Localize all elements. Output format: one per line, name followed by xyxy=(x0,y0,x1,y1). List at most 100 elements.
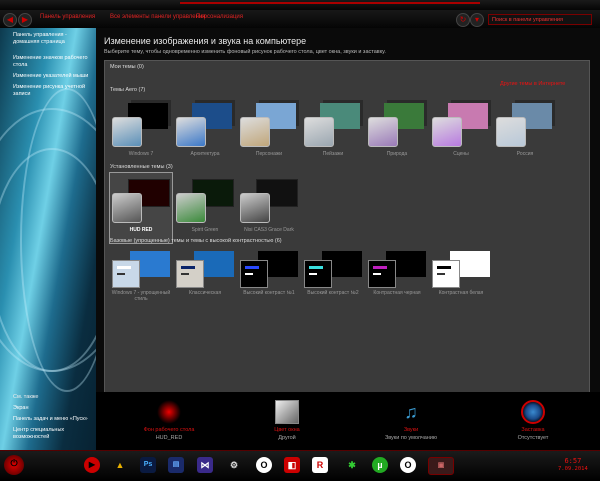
theme-label: Windows 7 - упрощенный стиль xyxy=(111,290,171,302)
back-arrow-icon[interactable]: ◀ xyxy=(3,13,17,27)
sidebar-link-accessibility[interactable]: Центр специальных возможностей xyxy=(13,427,93,441)
screensaver-label: Заставка xyxy=(521,427,545,433)
theme-label: Россия xyxy=(516,151,534,157)
taskbar: ⏻ ▶ ▲ Ps ▤ ⋈ ⚙ O ◧ R ✱ µ O ▣ 6:57 7.09.2… xyxy=(0,450,600,481)
sidebar-link-home[interactable]: Панель управления - домашняя страница xyxy=(13,32,93,46)
theme-window-color-swatch xyxy=(176,117,206,147)
sounds-button[interactable]: ♫ Звуки Звуки по умолчанию xyxy=(368,392,454,450)
theme-label: Spirit Green xyxy=(191,227,219,233)
triangle-app-icon[interactable]: ▲ xyxy=(112,457,128,473)
theme-tile[interactable]: Архитектура xyxy=(174,97,236,167)
preview-titlebar xyxy=(309,266,323,269)
window-frame-top xyxy=(0,0,600,10)
preview-titlebar xyxy=(373,266,387,269)
basic-theme-tile[interactable]: Высокий контраст №2 xyxy=(302,246,364,306)
theme-window-color-swatch xyxy=(304,117,334,147)
opera-2-icon[interactable]: O xyxy=(400,457,416,473)
theme-label: Пейзажи xyxy=(322,151,344,157)
taskbar-clock[interactable]: 6:57 7.09.2014 xyxy=(558,457,588,473)
theme-tile[interactable]: Пейзажи xyxy=(302,97,364,167)
theme-label: Сцены xyxy=(453,151,469,157)
monitor-icon[interactable]: ▤ xyxy=(168,457,184,473)
basic-theme-tile[interactable]: Windows 7 - упрощенный стиль xyxy=(110,246,172,306)
theme-tile[interactable]: Россия xyxy=(494,97,556,167)
theme-window-preview xyxy=(304,260,332,288)
theme-label: Контрастная белая xyxy=(438,290,484,296)
theme-window-preview xyxy=(368,260,396,288)
theme-window-color-swatch xyxy=(112,193,142,223)
theme-window-preview xyxy=(432,260,460,288)
sidebar-link-account-picture[interactable]: Изменение рисунка учетной записи xyxy=(13,84,93,98)
clock-time: 6:57 xyxy=(564,457,582,465)
basic-theme-tile[interactable]: Высокий контраст №1 xyxy=(238,246,300,306)
theme-window-color-swatch xyxy=(176,193,206,223)
sidebar-link-display[interactable]: Экран xyxy=(13,405,93,412)
theme-window-color-swatch xyxy=(496,117,526,147)
search-input[interactable]: Поиск в панели управления xyxy=(488,14,592,25)
window-color-value: Другой xyxy=(278,435,296,441)
media-player-icon[interactable]: ▶ xyxy=(84,457,100,473)
sounds-label: Звуки xyxy=(403,427,419,433)
opera-icon[interactable]: O xyxy=(256,457,272,473)
dropdown-arrow-icon[interactable]: ▾ xyxy=(470,13,484,27)
sidebar-link-desktop-icons[interactable]: Изменение значков рабочего стола xyxy=(13,55,93,69)
settings-gear-icon[interactable]: ⚙ xyxy=(226,457,242,473)
window-color-label: Цвет окна xyxy=(274,427,300,433)
start-button-icon[interactable]: ⏻ xyxy=(4,455,24,475)
breadcrumb-1[interactable]: Все элементы панели управления xyxy=(110,14,206,20)
theme-window-preview xyxy=(240,260,268,288)
installed-theme-tile[interactable]: HUD RED xyxy=(109,172,173,244)
sounds-icon: ♫ xyxy=(404,402,418,422)
sidebar-link-mouse-pointers[interactable]: Изменение указателей мыши xyxy=(13,73,93,80)
preview-titlebar xyxy=(437,266,451,269)
red-app-icon[interactable]: ◧ xyxy=(284,457,300,473)
theme-tile[interactable]: Персонажи xyxy=(238,97,300,167)
r-app-icon[interactable]: R xyxy=(312,457,328,473)
basic-theme-tile[interactable]: Контрастная белая xyxy=(430,246,492,306)
theme-tile[interactable]: Природа xyxy=(366,97,428,167)
preview-text-line xyxy=(117,273,125,275)
theme-tile[interactable]: Windows 7 xyxy=(110,97,172,167)
forward-arrow-icon[interactable]: ▶ xyxy=(18,13,32,27)
screensaver-value: Отсутствует xyxy=(517,435,549,441)
address-bar: ◀ ▶ Панель управления Все элементы панел… xyxy=(0,10,600,29)
theme-label: Высокий контраст №2 xyxy=(307,290,359,296)
screensaver-button[interactable]: Заставка Отсутствует xyxy=(490,392,576,450)
theme-window-color-swatch xyxy=(240,117,270,147)
sidebar-link-taskbar[interactable]: Панель задач и меню «Пуск» xyxy=(13,416,93,423)
basic-theme-tile[interactable]: Классическая xyxy=(174,246,236,306)
theme-label: Природа xyxy=(386,151,408,157)
preview-text-line xyxy=(309,273,317,275)
theme-label: Классическая xyxy=(188,290,222,296)
frame-accent-line xyxy=(180,2,480,4)
themes-list[interactable]: Мои темы (0) Другие темы в Интернете Тем… xyxy=(104,60,590,394)
visual-studio-icon[interactable]: ⋈ xyxy=(197,457,213,473)
theme-tile[interactable]: Сцены xyxy=(430,97,492,167)
theme-label: Nisi CAS3 Grace Dark xyxy=(244,227,294,233)
basic-theme-tile[interactable]: Контрастная черная xyxy=(366,246,428,306)
online-themes-link[interactable]: Другие темы в Интернете xyxy=(500,81,565,87)
breadcrumb-2[interactable]: Персонализация xyxy=(196,14,243,20)
page-subtitle: Выберите тему, чтобы одновременно измени… xyxy=(104,49,386,55)
photoshop-icon[interactable]: Ps xyxy=(140,457,156,473)
preview-titlebar xyxy=(117,266,131,269)
main-content: Изменение изображения и звука на компьют… xyxy=(96,28,600,450)
sidebar: Панель управления - домашняя страница Из… xyxy=(0,28,96,450)
theme-label: Windows 7 xyxy=(128,151,154,157)
installed-theme-tile[interactable]: Spirit Green xyxy=(174,173,236,243)
theme-window-color-swatch xyxy=(432,117,462,147)
network-icon[interactable]: ✱ xyxy=(344,457,360,473)
preview-titlebar xyxy=(245,266,259,269)
refresh-icon[interactable]: ↻ xyxy=(456,13,470,27)
my-themes-heading: Мои темы (0) xyxy=(110,64,144,70)
desktop-background-button[interactable]: Фон рабочего стола HUD_RED xyxy=(126,392,212,450)
page-title: Изменение изображения и звука на компьют… xyxy=(104,36,307,46)
control-panel-taskbar-icon[interactable]: ▣ xyxy=(428,457,454,475)
breadcrumb-0[interactable]: Панель управления xyxy=(40,14,95,20)
installed-theme-tile[interactable]: Nisi CAS3 Grace Dark xyxy=(238,173,300,243)
theme-settings-bar: Фон рабочего стола HUD_RED Цвет окна Дру… xyxy=(96,392,600,450)
window-color-button[interactable]: Цвет окна Другой xyxy=(244,392,330,450)
utorrent-icon[interactable]: µ xyxy=(372,457,388,473)
desktop-background-value: HUD_RED xyxy=(155,435,183,441)
theme-window-preview xyxy=(176,260,204,288)
